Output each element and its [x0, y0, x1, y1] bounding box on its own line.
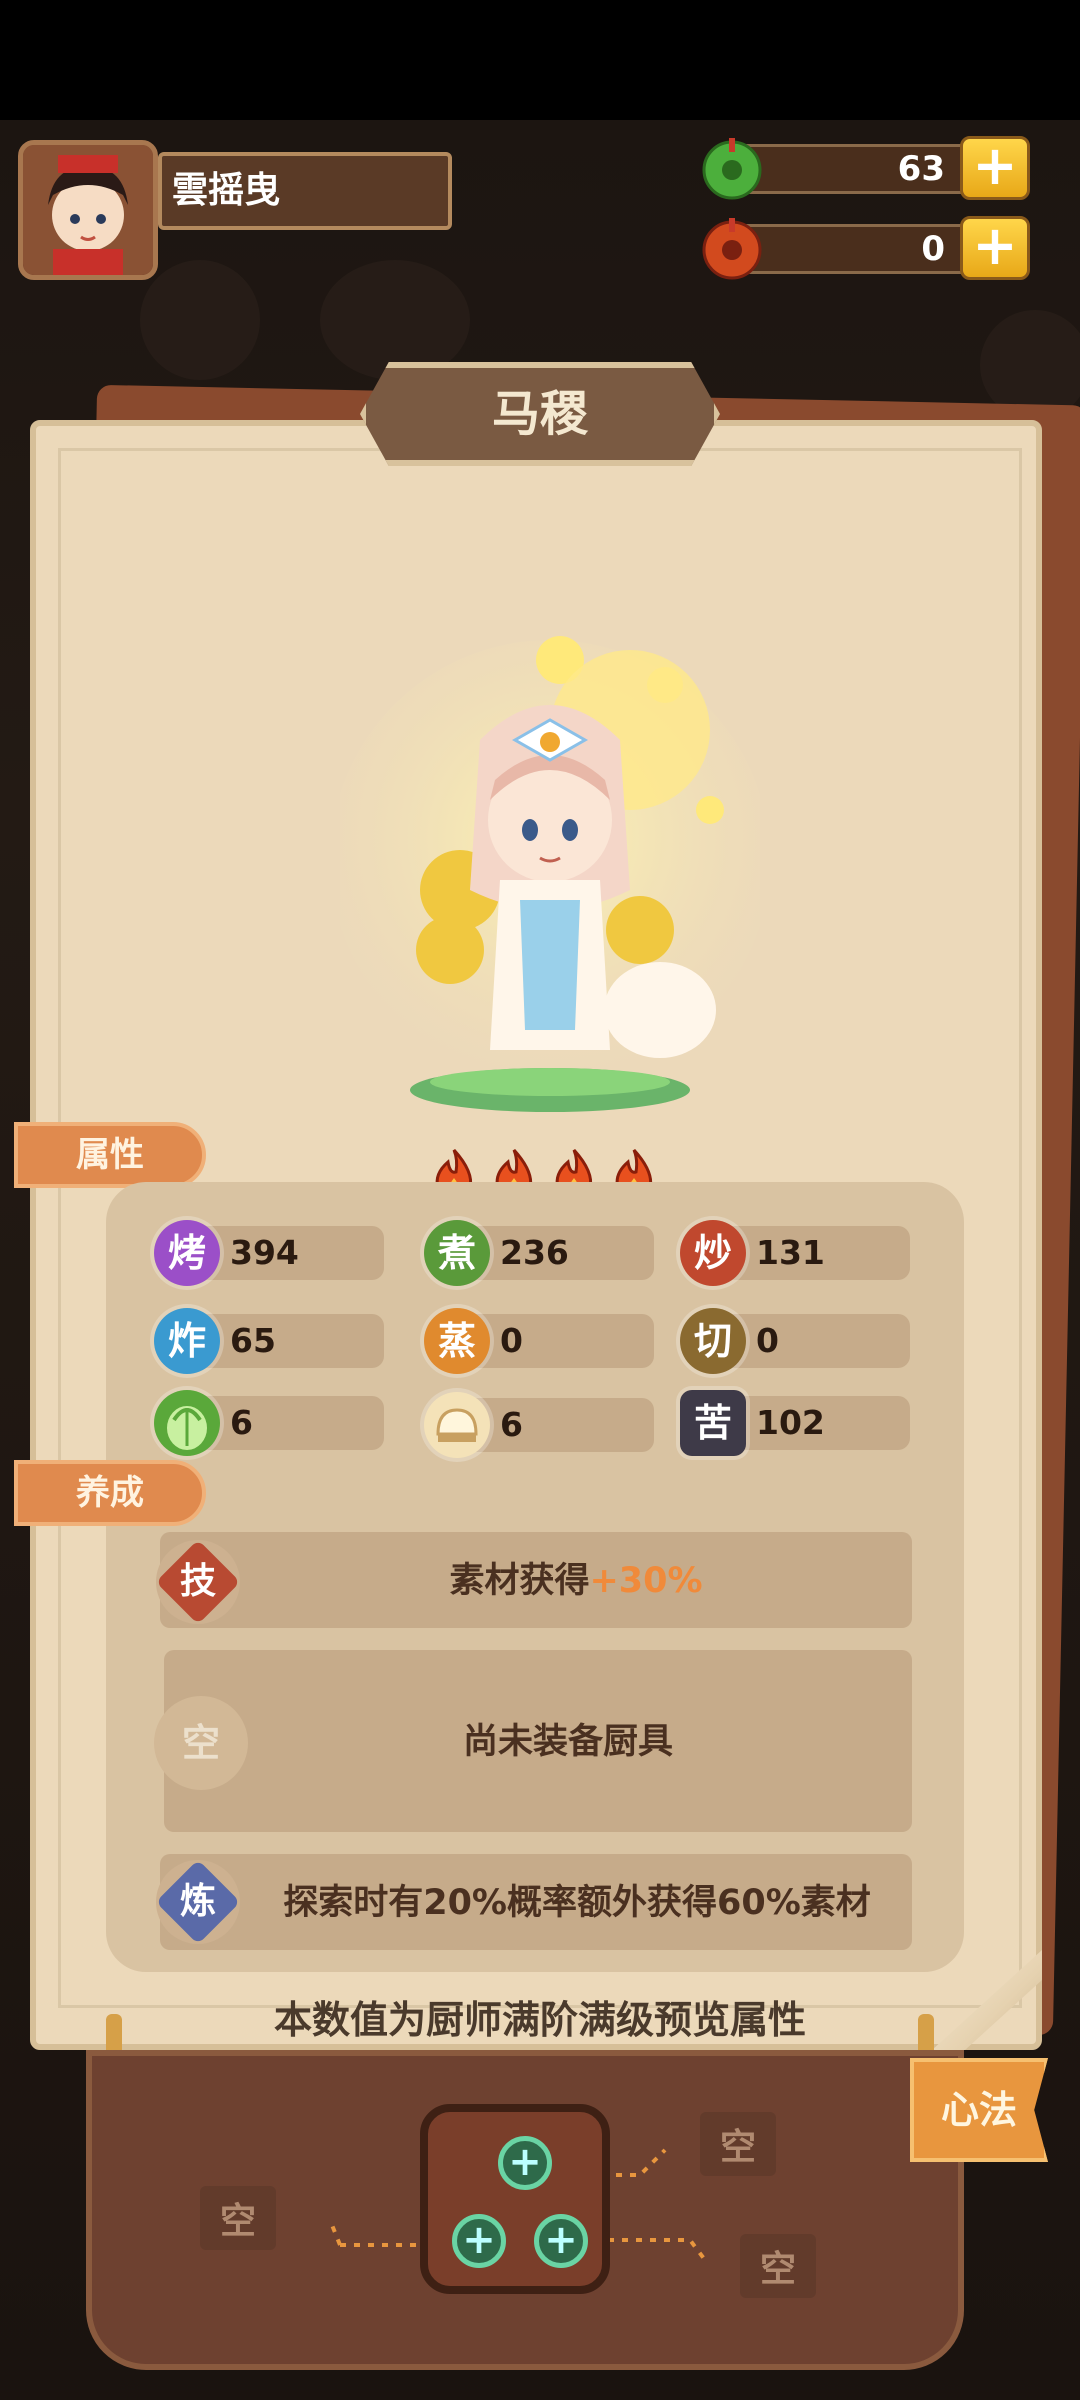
chef-name-title: 马稷	[360, 362, 720, 466]
empty-slot-left[interactable]: 空	[200, 2186, 277, 2250]
avatar-portrait-icon	[23, 145, 153, 275]
mind-method-slot-right[interactable]: +	[534, 2214, 588, 2268]
stat-stirfry: 131 炒	[680, 1220, 910, 1286]
tab-cultivation[interactable]: 养成	[14, 1460, 206, 1526]
mind-method-socket	[420, 2104, 610, 2294]
steam-icon: 蒸	[424, 1308, 490, 1374]
bitter-icon: 苦	[680, 1390, 746, 1456]
empty-slot-bottom-right[interactable]: 空	[740, 2234, 817, 2298]
green-jade-icon	[702, 138, 762, 200]
add-red-jade-button[interactable]: +	[960, 216, 1030, 280]
tab-attributes[interactable]: 属性	[14, 1122, 206, 1188]
status-bar-area	[0, 0, 1080, 120]
background-ornament	[140, 260, 260, 380]
mind-method-slot-left[interactable]: +	[452, 2214, 506, 2268]
stat-vegetable: 6	[154, 1390, 384, 1456]
boil-icon: 煮	[424, 1220, 490, 1286]
mind-method-slot-top[interactable]: +	[498, 2136, 552, 2190]
preview-note: 本数值为厨师满阶满级预览属性	[273, 1998, 806, 2042]
add-green-jade-button[interactable]: +	[960, 136, 1030, 200]
empty-slot-top-right[interactable]: 空	[700, 2112, 777, 2176]
stat-roast: 394 烤	[154, 1220, 384, 1286]
currency-red-jade: 0 +	[700, 216, 1030, 280]
refine-badge: 炼	[155, 1859, 241, 1945]
stat-fry: 65 炸	[154, 1308, 384, 1374]
refine-description: 探索时有20%概率额外获得60%素材	[283, 1883, 871, 1923]
player-avatar[interactable]	[18, 140, 158, 280]
stat-boil: 236 煮	[424, 1220, 654, 1286]
skill-badge-label: 技	[179, 1561, 216, 1602]
skill-badge: 技	[155, 1539, 241, 1625]
empty-equipment-badge: 空	[154, 1696, 248, 1790]
cabbage-icon	[154, 1390, 220, 1456]
skill-text: 素材获得	[449, 1561, 590, 1601]
equipment-text: 尚未装备厨具	[462, 1722, 673, 1762]
stat-grain: 6	[424, 1392, 654, 1458]
currency-green-jade-value: 63	[730, 144, 992, 194]
stat-steam: 0 蒸	[424, 1308, 654, 1374]
skill-description: 素材获得+30%	[240, 1554, 912, 1608]
chef-portrait-illustration	[340, 636, 760, 1112]
xinfa-button[interactable]: 心法	[910, 2058, 1048, 2162]
stat-bitter: 102 苦	[680, 1390, 910, 1456]
steamed-bun-icon	[424, 1392, 490, 1458]
red-jade-icon	[702, 218, 762, 280]
skill-bonus: +30%	[589, 1561, 703, 1601]
stirfry-icon: 炒	[680, 1220, 746, 1286]
fry-icon: 炸	[154, 1308, 220, 1374]
currency-red-jade-value: 0	[730, 224, 992, 274]
stat-cut: 0 切	[680, 1308, 910, 1374]
player-name: 雲摇曳	[158, 152, 452, 230]
currency-green-jade: 63 +	[700, 136, 1030, 200]
roast-icon: 烤	[154, 1220, 220, 1286]
refine-badge-label: 炼	[179, 1881, 216, 1922]
cut-icon: 切	[680, 1308, 746, 1374]
